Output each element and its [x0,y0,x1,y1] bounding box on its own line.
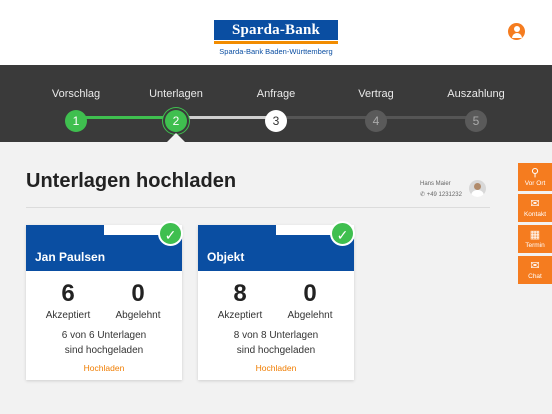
sidebar-item-chat[interactable]: ✉ Chat [518,256,552,284]
upload-status-line-1: 8 von 8 Unterlagen [233,330,319,341]
step-number: 4 [365,110,387,132]
rejected-count: 0 [131,280,145,307]
upload-status: 6 von 6 Unterlagen sind hochgeladen [26,328,182,358]
accepted-label: Akzeptiert [45,310,91,321]
user-icon[interactable] [508,23,525,40]
upload-link[interactable]: Hochladen [26,363,182,373]
step-label: Unterlagen [149,88,203,100]
sidebar-item-kontakt[interactable]: ✉ Kontakt [518,194,552,222]
contact-person[interactable]: Hans Maier ✆ +49 1231232 [420,181,462,198]
sidebar-item-label: Kontakt [523,211,547,218]
progress-stepper: Vorschlag 1 Unterlagen 2 Anfrage 3 Vertr… [0,65,552,142]
checkmark-icon: ✓ [330,221,355,246]
sidebar-item-label: Chat [528,273,542,280]
contact-phone: ✆ +49 1231232 [420,191,462,198]
step-label: Vorschlag [51,88,101,100]
contact-avatar [469,180,486,197]
page-title: Unterlagen hochladen [26,170,237,192]
accepted-stat: 8 Akzeptiert [210,280,270,321]
title-divider [26,207,490,208]
contact-phone-number: +49 1231232 [426,192,462,198]
upload-status: 8 von 8 Unterlagen sind hochgeladen [198,328,354,358]
upload-status-line-2: sind hochgeladen [64,345,144,356]
rejected-label: Abgelehnt [287,310,333,321]
accepted-label: Akzeptiert [217,310,263,321]
step-label: Anfrage [256,88,296,100]
envelope-icon: ✉ [530,198,540,210]
quick-actions-sidebar: ⚲ Vor Ort ✉ Kontakt ▦ Termin ✉ Chat [518,163,552,287]
logo-stripe [214,41,338,44]
active-step-pointer [167,133,185,142]
app-header: Sparda-Bank Sparda-Bank Baden-Württember… [0,0,552,65]
sparda-bank-logo: Sparda-Bank Sparda-Bank Baden-Württember… [214,20,338,56]
step-vorschlag[interactable]: Vorschlag 1 [31,65,121,132]
chat-icon: ✉ [530,260,540,272]
logo-subtitle: Sparda-Bank Baden-Württemberg [219,47,333,56]
step-number: 2 [165,110,187,132]
phone-icon: ✆ [420,192,426,198]
card-title: Objekt [207,250,245,264]
sidebar-item-vor-ort[interactable]: ⚲ Vor Ort [518,163,552,191]
document-card-objekt[interactable]: Objekt ✓ 8 Akzeptiert 0 Abgelehnt 8 von … [198,221,355,380]
accepted-stat: 6 Akzeptiert [38,280,98,321]
upload-status-line-2: sind hochgeladen [236,345,316,356]
rejected-label: Abgelehnt [115,310,161,321]
step-auszahlung[interactable]: Auszahlung 5 [431,65,521,132]
accepted-count: 8 [233,280,247,307]
step-vertrag[interactable]: Vertrag 4 [331,65,421,132]
rejected-stat: 0 Abgelehnt [280,280,340,321]
sidebar-item-label: Vor Ort [524,180,546,187]
card-title: Jan Paulsen [35,250,106,264]
document-card-jan-paulsen[interactable]: Jan Paulsen ✓ 6 Akzeptiert 0 Abgelehnt 6… [26,221,183,380]
contact-name: Hans Maier [420,181,451,187]
step-number: 1 [65,110,87,132]
checkmark-icon: ✓ [158,221,183,246]
upload-status-line-1: 6 von 6 Unterlagen [61,330,147,341]
step-anfrage[interactable]: Anfrage 3 [231,65,321,132]
sidebar-item-label: Termin [525,242,545,249]
upload-link[interactable]: Hochladen [198,363,354,373]
calendar-icon: ▦ [529,229,541,241]
rejected-count: 0 [303,280,317,307]
location-pin-icon: ⚲ [530,167,540,179]
sidebar-item-termin[interactable]: ▦ Termin [518,225,552,253]
logo-wordmark: Sparda-Bank [214,20,338,40]
step-label: Auszahlung [447,88,505,100]
step-label: Vertrag [358,88,394,100]
accepted-count: 6 [61,280,75,307]
step-number: 3 [265,110,287,132]
rejected-stat: 0 Abgelehnt [108,280,168,321]
step-number: 5 [465,110,487,132]
step-unterlagen[interactable]: Unterlagen 2 [131,65,221,132]
